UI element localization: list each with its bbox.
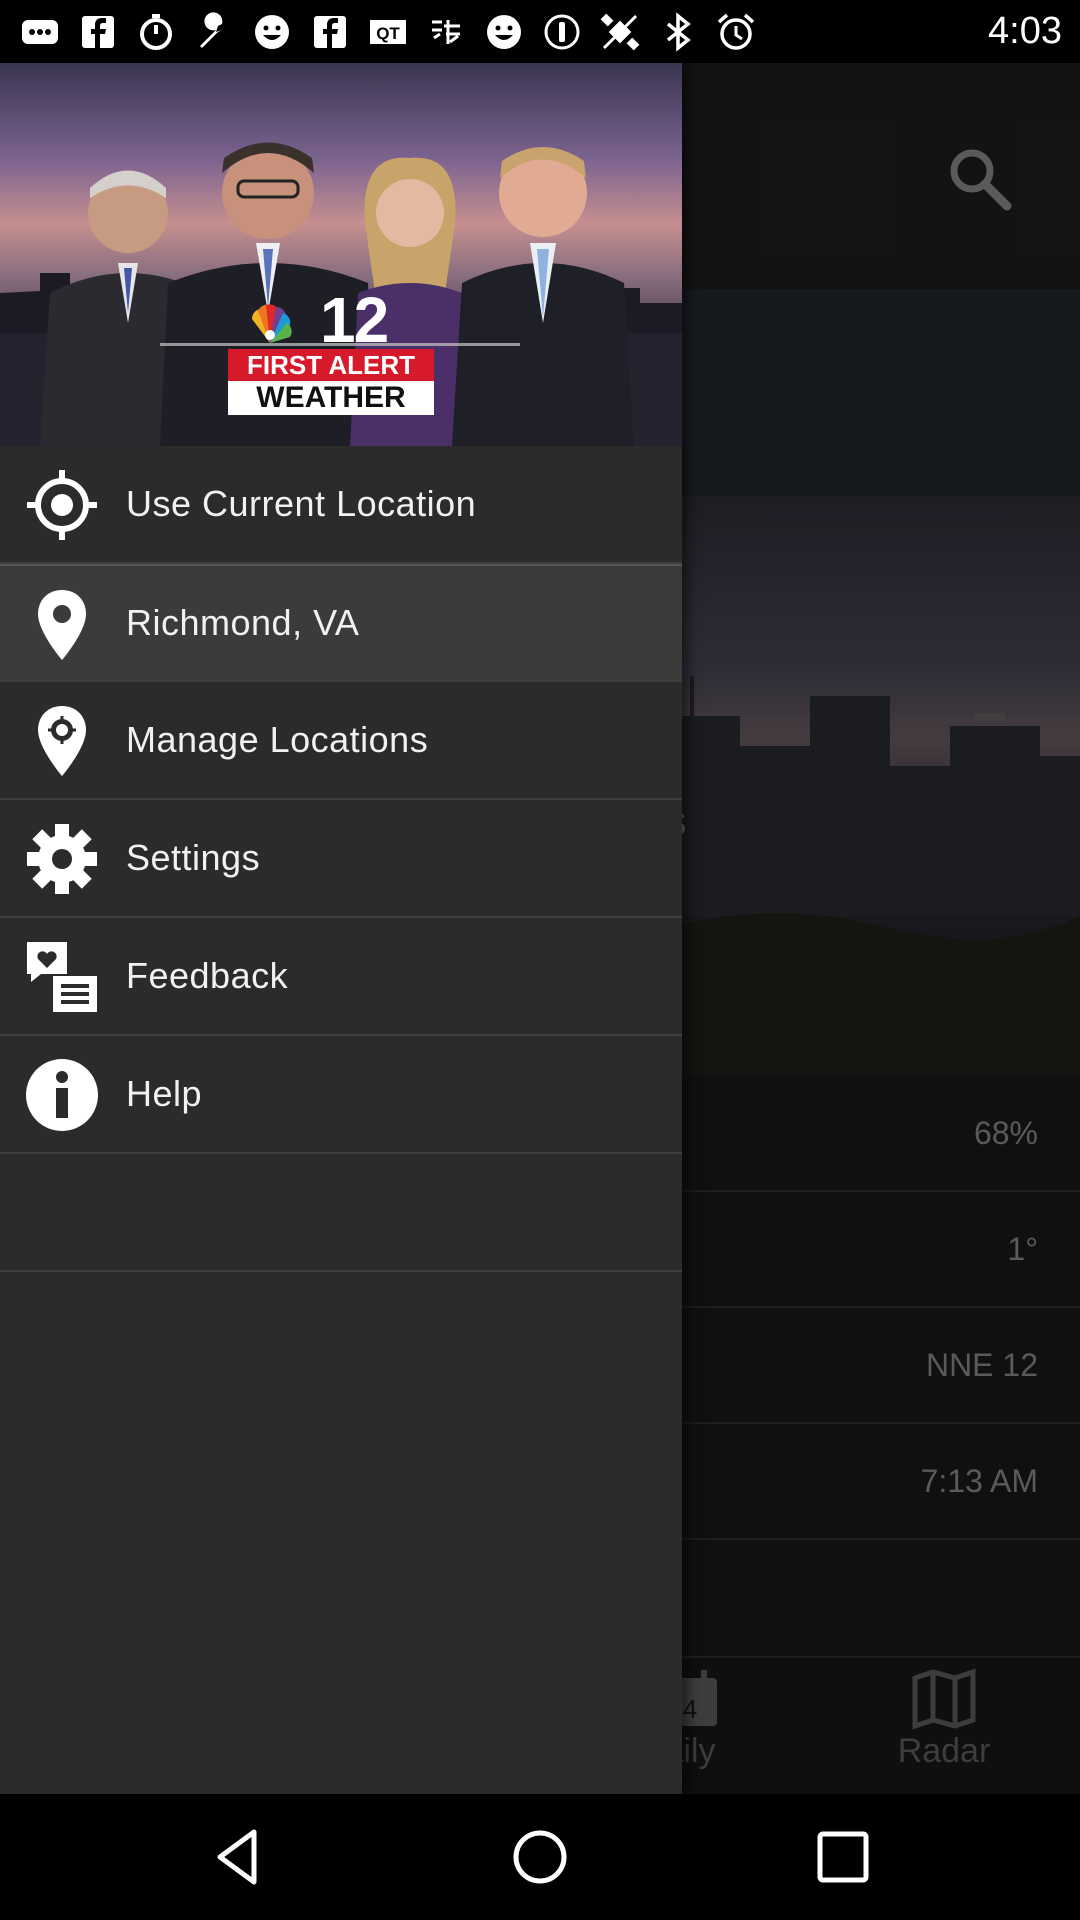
crosshair-icon xyxy=(25,468,99,542)
wrench-icon xyxy=(192,11,236,52)
menu-label: Richmond, VA xyxy=(126,602,360,643)
menu-label: Feedback xyxy=(126,955,289,996)
home-button[interactable] xyxy=(507,1824,573,1890)
logo-number: 12 xyxy=(320,284,389,356)
facebook-icon xyxy=(76,12,120,52)
facebook-icon xyxy=(308,12,352,52)
menu-item-use-current-location[interactable]: Use Current Location xyxy=(0,446,682,564)
app-icon xyxy=(424,12,468,52)
location-pin-icon xyxy=(25,588,99,662)
menu-label: Use Current Location xyxy=(126,483,477,524)
first-alert-weather-logo: 12 FIRST ALERT WEATHER xyxy=(228,284,434,415)
menu-empty-row xyxy=(0,1154,682,1272)
system-nav-bar xyxy=(0,1794,1080,1920)
status-time: 4:03 xyxy=(988,10,1062,52)
drawer-header-image: 12 FIRST ALERT WEATHER xyxy=(0,63,682,446)
info-circle-icon xyxy=(540,12,584,52)
status-bar: QT 4:03 xyxy=(0,0,1080,63)
notification-icons: QT xyxy=(18,11,974,52)
gear-icon xyxy=(25,822,99,896)
menu-label: Settings xyxy=(126,837,261,878)
alarm-icon xyxy=(714,12,758,52)
menu-item-feedback[interactable]: Feedback xyxy=(0,918,682,1036)
menu-item-help[interactable]: Help xyxy=(0,1036,682,1154)
smiley-icon xyxy=(250,12,294,52)
qt-icon: QT xyxy=(366,12,410,52)
bluetooth-icon xyxy=(656,11,700,52)
messages-icon xyxy=(18,12,62,52)
menu-label: Help xyxy=(126,1073,203,1114)
logo-weather: WEATHER xyxy=(228,381,434,415)
back-button[interactable] xyxy=(206,1824,272,1890)
menu-item-richmond-va[interactable]: Richmond, VA xyxy=(0,564,682,682)
smiley-icon xyxy=(482,12,526,52)
no-satellite-icon xyxy=(598,12,642,52)
manage-locations-icon xyxy=(25,704,99,778)
feedback-icon xyxy=(25,940,99,1014)
menu-item-settings[interactable]: Settings xyxy=(0,800,682,918)
navigation-drawer: 12 FIRST ALERT WEATHER Use Current Locat… xyxy=(0,63,682,1794)
drawer-menu: Use Current Location Richmond, VA Manage… xyxy=(0,446,682,1272)
menu-label: Manage Locations xyxy=(126,719,429,760)
recents-button[interactable] xyxy=(810,1824,876,1890)
menu-item-manage-locations[interactable]: Manage Locations xyxy=(0,682,682,800)
info-icon xyxy=(25,1058,99,1132)
timer-icon xyxy=(134,12,178,52)
logo-first-alert: FIRST ALERT xyxy=(228,349,434,381)
svg-text:QT: QT xyxy=(376,24,400,43)
